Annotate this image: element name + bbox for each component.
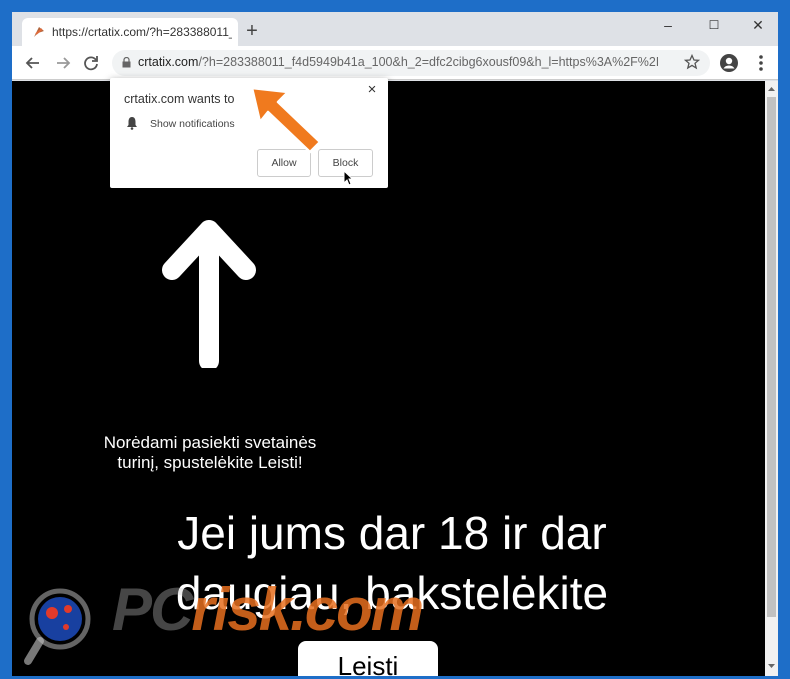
up-arrow-graphic [162,220,256,368]
account-icon[interactable] [718,52,740,74]
screenshot-frame: https://crtatix.com/?h=283388011_f4d + –… [0,0,790,679]
reload-icon[interactable] [78,50,104,76]
scroll-thumb[interactable] [767,97,776,617]
url-host: crtatix.com [138,55,199,69]
instruction-text: Norėdami pasiekti svetainės turinį, spus… [70,433,350,473]
menu-icon[interactable] [750,52,772,74]
close-window-button[interactable]: ✕ [742,14,774,38]
back-icon[interactable] [20,50,46,76]
age-message-line-1: Jei jums dar 18 ir dar [177,507,607,559]
pcrisk-watermark: PCrisk.com [20,575,460,679]
watermark-text: PCrisk.com [112,575,424,644]
tab-title: https://crtatix.com/?h=283388011_f4d [52,25,232,39]
forward-icon[interactable] [50,50,76,76]
watermark-risk: risk.com [191,576,424,643]
maximize-button[interactable]: ☐ [698,14,730,38]
url-text: crtatix.com/?h=283388011_f4d5949b41a_100… [138,55,658,69]
address-bar[interactable]: crtatix.com/?h=283388011_f4d5949b41a_100… [112,50,710,76]
orange-pointer-arrow [250,86,322,154]
instruction-line-2: turinį, spustelėkite Leisti! [117,453,303,472]
popup-title: crtatix.com wants to [124,92,235,106]
permission-text: Show notifications [150,118,235,130]
favicon-icon [34,27,44,37]
cursor-icon [343,170,353,186]
star-icon[interactable] [684,54,700,70]
minimize-button[interactable]: – [652,14,684,38]
vertical-scrollbar[interactable] [765,81,778,676]
magnifier-logo [24,588,91,665]
scroll-down-icon[interactable] [765,660,778,672]
tab-strip: https://crtatix.com/?h=283388011_f4d + –… [12,12,778,46]
bell-icon [127,117,137,130]
watermark-pc: PC [112,576,193,643]
browser-tab[interactable]: https://crtatix.com/?h=283388011_f4d [22,18,238,46]
scroll-up-icon[interactable] [765,83,778,95]
url-path: /?h=283388011_f4d5949b41a_100&h_2=dfc2ci… [198,55,658,69]
close-icon[interactable]: × [364,82,380,98]
new-tab-icon[interactable]: + [240,20,264,44]
toolbar: crtatix.com/?h=283388011_f4d5949b41a_100… [12,46,778,80]
instruction-line-1: Norėdami pasiekti svetainės [103,433,317,452]
lock-icon [122,57,131,68]
